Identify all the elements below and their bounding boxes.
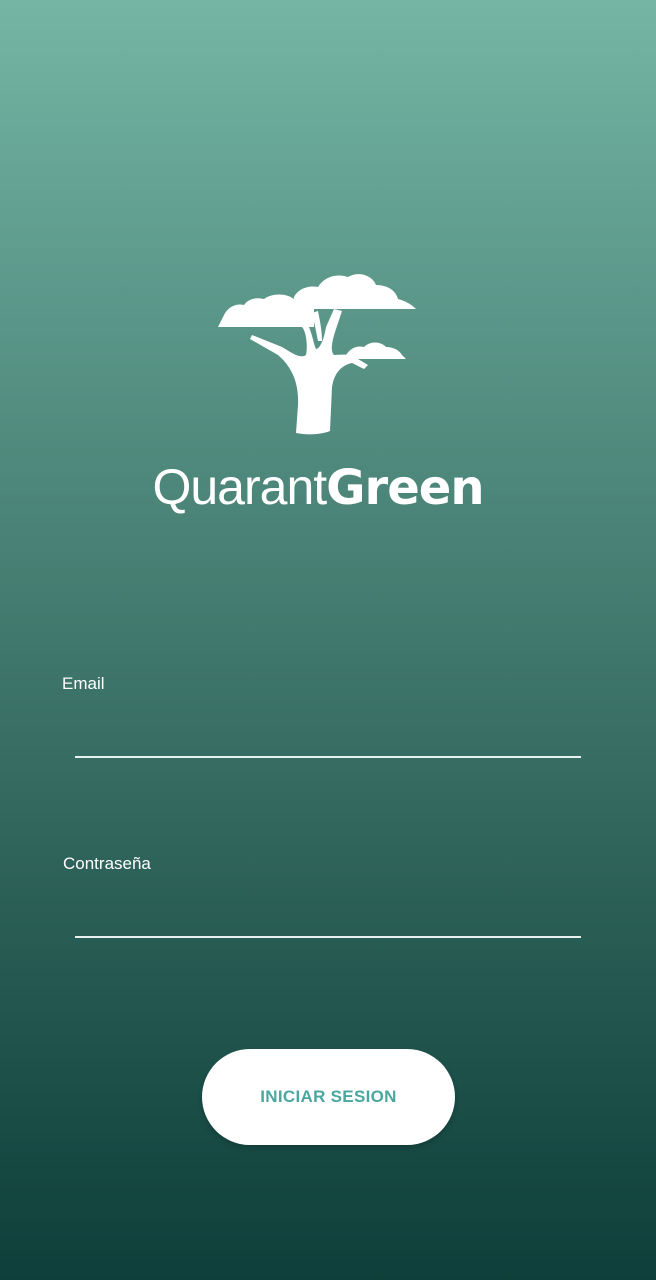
baobab-tree-icon (218, 274, 416, 435)
brand-name-light: Quarant (152, 459, 327, 515)
brand-wordmark: QuarantGreen (152, 459, 484, 515)
login-button-label: INICIAR SESION (260, 1087, 397, 1106)
login-button[interactable]: INICIAR SESION (202, 1049, 455, 1145)
email-field[interactable] (75, 718, 581, 758)
email-label: Email (62, 674, 105, 693)
brand-name-bold: Green (326, 460, 484, 516)
app-logo: QuarantGreen (0, 255, 656, 512)
password-field[interactable] (75, 898, 581, 938)
password-label: Contraseña (63, 854, 151, 873)
